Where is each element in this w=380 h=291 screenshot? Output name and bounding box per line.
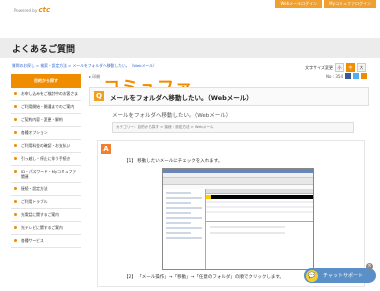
category-path: カテゴリー：目的から探す > 接続・設定方法 > Webメール <box>116 125 214 129</box>
main-content: ▸ 印刷 No : 354 Q メールをフォルダへ移動したい。（Webメール） … <box>89 73 369 287</box>
font-size-switcher: 文字サイズ変更 小 中 大 <box>305 63 366 72</box>
faq-number: No : 354 <box>326 73 343 79</box>
faq-meta: No : 354 <box>326 73 367 79</box>
sidebar-item[interactable]: 光電話に関するご案内 <box>11 209 81 222</box>
sidebar-item[interactable]: 各種サービス <box>11 235 81 248</box>
sidebar-item[interactable]: ご契約内容・変更・解約 <box>11 114 81 127</box>
answer-step-2: 【2】 「メール操作」→「移動」→「任意のフォルダ」の順でクリックします。 <box>124 275 284 280</box>
facebook-share-icon[interactable] <box>345 73 351 79</box>
chat-support-button[interactable]: 💬 チャットサポート <box>304 268 376 283</box>
font-medium-button[interactable]: 中 <box>346 63 355 72</box>
answer-step-1: 【1】 移動したいメールにチェックを入れます。 <box>124 159 223 164</box>
sidebar-item[interactable]: 引っ越し・停止に伴う手続き <box>11 153 81 166</box>
page-title-bar: よくあるご質問 <box>0 38 380 58</box>
close-icon[interactable]: × <box>366 263 373 270</box>
top-links: Webメールログイン Myコミュファログイン <box>275 0 376 8</box>
font-large-button[interactable]: 大 <box>357 63 366 72</box>
sidebar-item[interactable]: ID・パスワード・Myコミュファ関連 <box>11 166 81 183</box>
sidebar-heading: 目的から探す <box>11 74 81 88</box>
font-small-button[interactable]: 小 <box>335 63 344 72</box>
sidebar-item[interactable]: ご利用料金の確認・お支払い <box>11 140 81 153</box>
question-box: Q メールをフォルダへ移動したい。（Webメール） <box>89 87 369 106</box>
answer-icon: A <box>101 144 111 154</box>
logo-brand: ctc <box>38 6 51 14</box>
bookmark-icon[interactable] <box>361 73 367 79</box>
twitter-share-icon[interactable] <box>353 73 359 79</box>
font-size-label: 文字サイズ変更 <box>305 64 333 70</box>
category-box: カテゴリー：目的から探す > 接続・設定方法 > Webメール <box>112 122 354 133</box>
page-title: よくあるご質問 <box>12 45 76 55</box>
breadcrumb[interactable]: 質問のお探し > 検索・設定方法 > メールをフォルダへ移動したい。（Webメー… <box>12 63 157 69</box>
logo-sub: Powered by ctc <box>14 6 51 14</box>
answer-area: A 【1】 移動したいメールにチェックを入れます。 【2】 「メール操作」→「移… <box>97 140 365 287</box>
webmail-screenshot <box>162 168 314 270</box>
sidebar-item[interactable]: 接続・設定方法 <box>11 183 81 196</box>
sidebar-item[interactable]: 光テレビに関するご案内 <box>11 222 81 235</box>
sidebar-item[interactable]: お申し込みをご検討中のお客さま <box>11 88 81 101</box>
sidebar: 目的から探す お申し込みをご検討中のお客さま ご利用開始・開通までのご案内 ご契… <box>11 74 81 248</box>
sidebar-item[interactable]: ご利用開始・開通までのご案内 <box>11 101 81 114</box>
chat-support-label: チャットサポート <box>323 273 363 279</box>
logo[interactable]: コミュファ Powered by ctc <box>14 6 192 97</box>
print-link[interactable]: ▸ 印刷 <box>89 74 100 80</box>
question-title: メールをフォルダへ移動したい。（Webメール） <box>110 94 253 102</box>
question-icon: Q <box>94 91 104 101</box>
question-subtitle: メールをフォルダへ移動したい。（Webメール） <box>112 113 232 119</box>
webmail-login-link[interactable]: Webメールログイン <box>275 0 323 8</box>
sidebar-item[interactable]: 各種オプション <box>11 127 81 140</box>
sidebar-item[interactable]: ご利用トラブル <box>11 196 81 209</box>
mycommufa-login-link[interactable]: Myコミュファログイン <box>324 0 376 8</box>
chat-bubble-icon: 💬 <box>306 269 318 282</box>
